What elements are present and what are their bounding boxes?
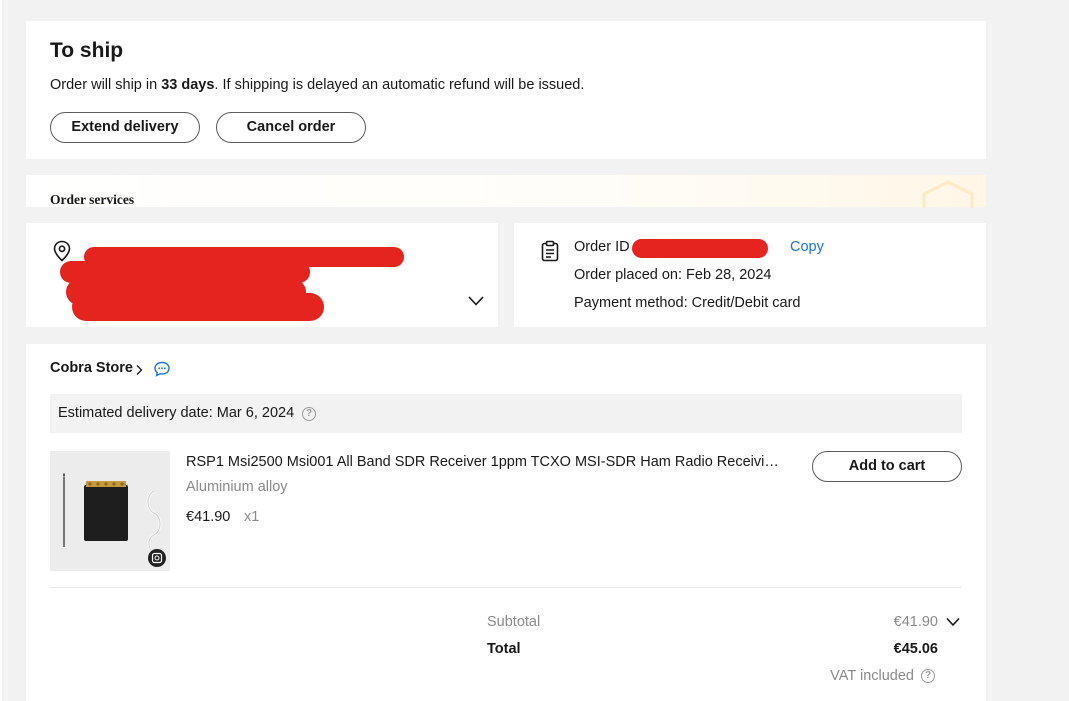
- subtotal-label: Subtotal: [487, 614, 541, 630]
- clipboard-icon: [541, 240, 559, 262]
- ship-message: Order will ship in 33 days. If shipping …: [50, 77, 584, 93]
- copy-order-id-link[interactable]: Copy: [790, 239, 824, 255]
- payment-method: Payment method: Credit/Debit card: [574, 295, 801, 311]
- store-order-card: Cobra Store Estimated delivery date: Mar…: [26, 344, 986, 701]
- product-price: €41.90: [186, 509, 231, 525]
- left-edge-strip: [0, 0, 2, 701]
- store-name-link[interactable]: Cobra Store: [50, 360, 133, 376]
- redacted-address-line-4: [72, 293, 324, 321]
- total-label: Total: [487, 641, 521, 657]
- product-image[interactable]: [50, 451, 170, 571]
- order-id-label: Order ID: [574, 239, 630, 255]
- estimated-delivery-bar: Estimated delivery date: Mar 6, 2024 ?: [50, 394, 962, 433]
- order-services-label: Order services: [50, 192, 135, 207]
- estimated-delivery-date: Estimated delivery date: Mar 6, 2024: [58, 405, 295, 421]
- chat-bubble-icon[interactable]: [153, 360, 171, 378]
- hexagon-decoration-icon: [922, 180, 974, 208]
- shipping-address-card[interactable]: [26, 223, 498, 327]
- summary-divider: [50, 587, 962, 588]
- product-variant: Aluminium alloy: [186, 479, 288, 495]
- location-pin-icon: [53, 240, 71, 262]
- ship-days: 33 days: [161, 77, 215, 93]
- cancel-order-button[interactable]: Cancel order: [216, 112, 366, 143]
- add-to-cart-button[interactable]: Add to cart: [812, 451, 962, 482]
- help-circle-icon[interactable]: ?: [302, 407, 316, 421]
- help-circle-icon[interactable]: ?: [921, 669, 935, 683]
- extend-delivery-button[interactable]: Extend delivery: [50, 112, 200, 143]
- chevron-right-icon[interactable]: [135, 364, 143, 376]
- total-value: €45.06: [893, 641, 938, 657]
- subtotal-value: €41.90: [893, 614, 938, 630]
- product-quantity: x1: [244, 509, 260, 525]
- order-services-section: Order services: [26, 175, 986, 208]
- product-photo-graphic: [50, 451, 170, 571]
- chevron-down-icon[interactable]: [467, 295, 485, 307]
- vat-included-label: VAT included: [830, 668, 914, 684]
- chevron-down-icon[interactable]: [945, 617, 961, 627]
- product-title[interactable]: RSP1 Msi2500 Msi001 All Band SDR Receive…: [186, 454, 786, 470]
- ship-status-title: To ship: [50, 39, 124, 62]
- order-info-card: Order ID Copy Order placed on: Feb 28, 2…: [514, 223, 986, 327]
- redacted-order-id: [632, 239, 768, 258]
- ship-message-suffix: . If shipping is delayed an automatic re…: [214, 77, 585, 93]
- ship-message-prefix: Order will ship in: [50, 77, 162, 93]
- shipping-status-card: To ship Order will ship in 33 days. If s…: [26, 21, 986, 159]
- order-placed-date: Order placed on: Feb 28, 2024: [574, 267, 772, 283]
